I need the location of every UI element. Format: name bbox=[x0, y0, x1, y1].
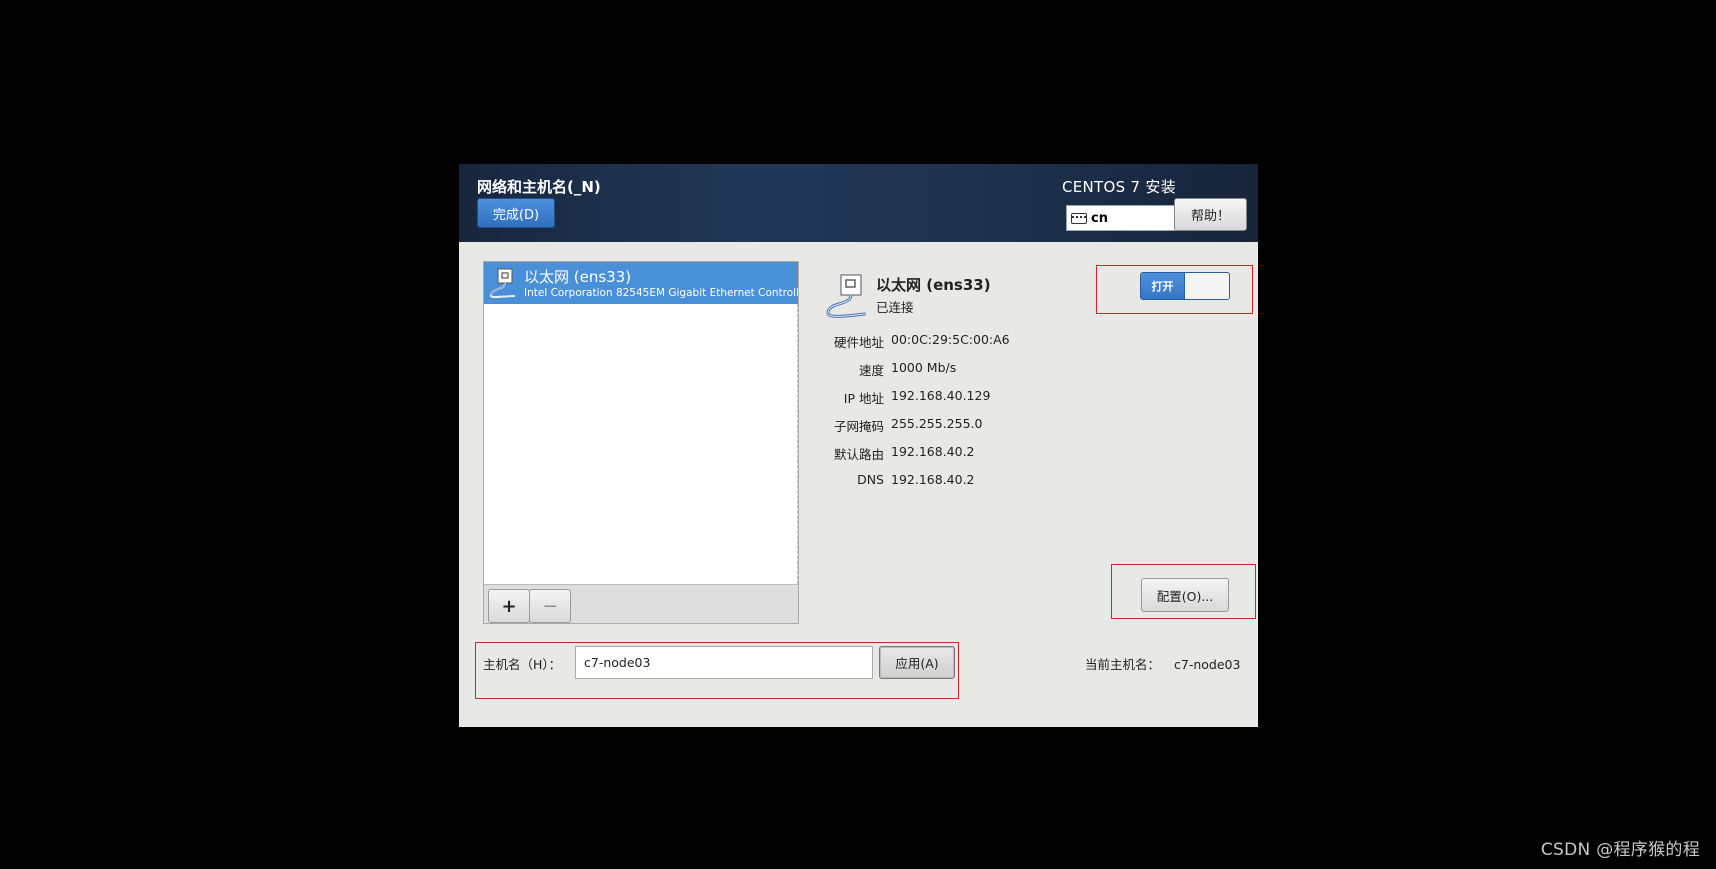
toggle-on-label: 打开 bbox=[1141, 273, 1185, 299]
property-value: 192.168.40.129 bbox=[891, 388, 991, 403]
connection-status: 已连接 bbox=[876, 300, 914, 315]
hostname-label: 主机名（H）： bbox=[483, 657, 562, 672]
configure-button[interactable]: 配置(O)... bbox=[1141, 578, 1229, 612]
page-title: 网络和主机名(_N) bbox=[477, 178, 601, 196]
property-row: 硬件地址 00:0C:29:5C:00:A6 bbox=[814, 332, 1114, 352]
connection-name: 以太网 (ens33) bbox=[876, 276, 991, 294]
panel-divider bbox=[797, 304, 798, 584]
property-label: DNS bbox=[857, 472, 884, 487]
property-value: 192.168.40.2 bbox=[891, 472, 975, 487]
property-value: 00:0C:29:5C:00:A6 bbox=[891, 332, 1010, 347]
device-list-item[interactable]: 以太网 (ens33) Intel Corporation 82545EM Gi… bbox=[484, 262, 798, 304]
current-hostname-label: 当前主机名： bbox=[1085, 657, 1161, 672]
watermark: CSDN @程序猴的程 bbox=[1540, 840, 1700, 860]
property-value: 1000 Mb/s bbox=[891, 360, 957, 375]
connection-toggle[interactable]: 打开 bbox=[1140, 272, 1230, 300]
header-bar: 网络和主机名(_N) 完成(D) CENTOS 7 安装 cn 帮助！ bbox=[459, 164, 1258, 242]
remove-device-button[interactable]: − bbox=[529, 589, 571, 623]
help-button[interactable]: 帮助！ bbox=[1174, 198, 1247, 231]
property-label: IP 地址 bbox=[843, 391, 884, 406]
current-hostname: 当前主机名： c7-node03 bbox=[1085, 654, 1240, 673]
keyboard-layout-label: cn bbox=[1091, 210, 1108, 226]
property-row: 子网掩码 255.255.255.0 bbox=[814, 416, 1114, 436]
property-row: IP 地址 192.168.40.129 bbox=[814, 388, 1114, 408]
hostname-input[interactable] bbox=[575, 646, 873, 679]
device-list-panel: 以太网 (ens33) Intel Corporation 82545EM Gi… bbox=[483, 261, 799, 624]
add-device-button[interactable]: + bbox=[488, 589, 530, 623]
screen: { "header": { "title": "网络和主机名(_N)", "do… bbox=[0, 0, 1716, 869]
product-title: CENTOS 7 安装 bbox=[1061, 178, 1176, 196]
property-row: 速度 1000 Mb/s bbox=[814, 360, 1114, 380]
property-value: 192.168.40.2 bbox=[891, 444, 975, 459]
property-label: 默认路由 bbox=[833, 447, 884, 462]
network-wired-icon bbox=[490, 268, 516, 299]
network-hostname-window: 网络和主机名(_N) 完成(D) CENTOS 7 安装 cn 帮助！ 以太网 … bbox=[459, 164, 1258, 727]
property-label: 速度 bbox=[858, 363, 884, 378]
network-wired-icon bbox=[826, 274, 867, 318]
apply-button[interactable]: 应用(A) bbox=[879, 646, 955, 679]
device-name: 以太网 (ens33) bbox=[524, 268, 632, 286]
done-button[interactable]: 完成(D) bbox=[477, 198, 555, 228]
current-hostname-value: c7-node03 bbox=[1174, 657, 1241, 672]
device-description: Intel Corporation 82545EM Gigabit Ethern… bbox=[524, 287, 798, 299]
keyboard-icon bbox=[1071, 212, 1087, 224]
property-label: 硬件地址 bbox=[833, 335, 884, 350]
property-row: DNS 192.168.40.2 bbox=[814, 472, 1114, 492]
device-toolbar: + − bbox=[484, 584, 798, 623]
property-label: 子网掩码 bbox=[833, 419, 884, 434]
keyboard-layout-indicator[interactable]: cn bbox=[1066, 205, 1177, 231]
property-row: 默认路由 192.168.40.2 bbox=[814, 444, 1114, 464]
property-value: 255.255.255.0 bbox=[891, 416, 983, 431]
